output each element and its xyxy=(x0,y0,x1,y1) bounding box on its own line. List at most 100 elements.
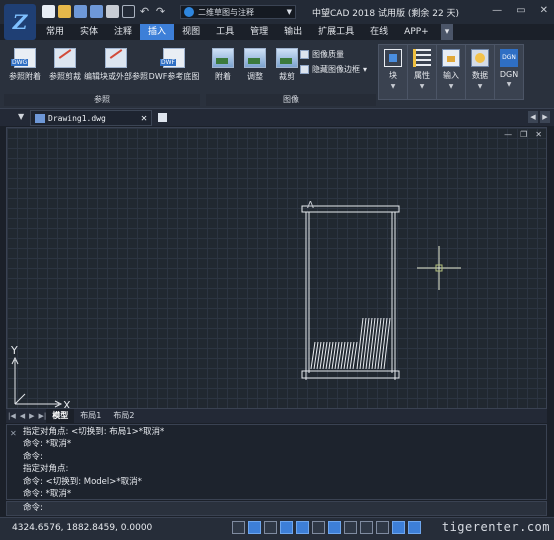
command-input[interactable]: 命令: xyxy=(6,501,547,516)
block-icon xyxy=(384,49,402,67)
lineweight-icon[interactable] xyxy=(360,521,373,534)
save-icon[interactable] xyxy=(74,5,87,18)
scroll-right-icon[interactable]: ▶ xyxy=(540,111,550,123)
quick-properties-icon[interactable] xyxy=(392,521,405,534)
drawing-file-icon xyxy=(35,113,45,123)
tab-common[interactable]: 常用 xyxy=(38,24,72,40)
data-button[interactable]: 数据 ▼ xyxy=(465,44,495,100)
open-folder-icon[interactable] xyxy=(58,5,71,18)
image-quality-button[interactable]: 图像质量 xyxy=(300,49,344,60)
hatch-left xyxy=(310,341,358,370)
undo-icon[interactable]: ↶ xyxy=(138,5,151,18)
tab-app-plus[interactable]: APP+ xyxy=(396,24,437,40)
close-button[interactable]: ✕ xyxy=(540,5,548,16)
drawing-canvas[interactable]: — ❐ ✕ A Y X xyxy=(6,127,547,409)
command-panel-close-icon[interactable]: ✕ xyxy=(10,428,17,440)
ucs-icon xyxy=(11,356,63,408)
minimize-button[interactable]: — xyxy=(492,5,502,16)
print-icon[interactable] xyxy=(106,5,119,18)
tab-output[interactable]: 输出 xyxy=(276,24,310,40)
image-clip-button[interactable]: 裁剪 xyxy=(272,48,302,82)
image-attach-button[interactable]: 附着 xyxy=(208,48,238,82)
otrack-icon[interactable] xyxy=(312,521,325,534)
tab-manage[interactable]: 管理 xyxy=(242,24,276,40)
dgn-icon: DGN xyxy=(500,49,518,67)
import-icon xyxy=(442,49,460,67)
file-list-dropdown-icon[interactable]: ▼ xyxy=(18,112,24,121)
new-file-icon[interactable] xyxy=(42,5,55,18)
prev-layout-icon[interactable]: ◀ xyxy=(20,412,25,420)
dynamic-ucs-icon[interactable] xyxy=(328,521,341,534)
command-line: 指定对角点: <切换到: 布局1>*取消* xyxy=(23,427,165,437)
tab-annotate[interactable]: 注释 xyxy=(106,24,140,40)
tab-layout1[interactable]: 布局1 xyxy=(74,409,107,423)
ortho-icon[interactable] xyxy=(264,521,277,534)
scroll-left-icon[interactable]: ◀ xyxy=(528,111,538,123)
app-logo[interactable]: Z xyxy=(4,4,36,40)
block-button[interactable]: 块 ▼ xyxy=(378,44,408,100)
chevron-down-icon: ▾ xyxy=(363,65,368,74)
edit-block-xref-button[interactable]: 编辑块或外部参照 xyxy=(84,48,148,82)
osnap-icon[interactable] xyxy=(296,521,309,534)
status-toggles xyxy=(232,521,421,534)
redo-icon[interactable]: ↷ xyxy=(154,5,167,18)
workspace-gear-icon xyxy=(184,7,194,17)
edit-reference-icon xyxy=(105,48,127,68)
next-layout-icon[interactable]: ▶ xyxy=(29,412,34,420)
layout-nav: |◀ ◀ ▶ ▶| xyxy=(8,412,46,420)
last-layout-icon[interactable]: ▶| xyxy=(39,412,47,420)
plot-preview-icon[interactable] xyxy=(122,5,135,18)
attribute-icon xyxy=(413,49,431,67)
selection-cycling-icon[interactable] xyxy=(408,521,421,534)
tab-tools[interactable]: 工具 xyxy=(208,24,242,40)
image-adjust-icon xyxy=(244,48,266,68)
dgn-button[interactable]: DGN DGN ▼ xyxy=(494,44,524,100)
polar-icon[interactable] xyxy=(280,521,293,534)
xref-clip-button[interactable]: 参照剪裁 xyxy=(46,48,84,82)
chevron-down-icon: ▼ xyxy=(390,83,396,90)
ucs-y-label: Y xyxy=(10,344,18,357)
panel-title: 图像 xyxy=(206,94,376,106)
title-bar: Z ↶ ↷ 二维草图与注释 ▼ 中望CAD 2018 试用版 (剩余 22 天)… xyxy=(0,0,554,40)
grid-icon[interactable] xyxy=(248,521,261,534)
ucs-x-label: X xyxy=(63,399,71,409)
file-tab-name: Drawing1.dwg xyxy=(48,113,106,123)
workspace-select[interactable]: 二维草图与注释 ▼ xyxy=(180,5,296,19)
maximize-button[interactable]: ▭ xyxy=(516,5,525,16)
first-layout-icon[interactable]: |◀ xyxy=(8,412,16,420)
chevron-down-icon: ▼ xyxy=(477,83,483,90)
tab-view[interactable]: 视图 xyxy=(174,24,208,40)
save-as-icon[interactable] xyxy=(90,5,103,18)
dynamic-input-icon[interactable] xyxy=(344,521,357,534)
transparency-icon[interactable] xyxy=(376,521,389,534)
hatch-right xyxy=(356,317,391,370)
command-line: 命令: <切换到: Model>*取消* xyxy=(23,476,142,487)
close-icon[interactable]: ✕ xyxy=(141,113,147,124)
attribute-button[interactable]: 属性 ▼ xyxy=(407,44,437,100)
ribbon-options-dropdown[interactable]: ▾ xyxy=(440,24,454,40)
clip-icon xyxy=(54,48,76,68)
tab-insert[interactable]: 插入 xyxy=(140,24,175,40)
tab-model[interactable]: 模型 xyxy=(46,409,75,423)
ribbon: DWG 参照附着 参照剪裁 编辑块或外部参照 DWF DWF参考底图 参照 附着… xyxy=(0,40,554,108)
command-line: 命令: *取消* xyxy=(23,489,72,500)
window-title: 中望CAD 2018 试用版 (剩余 22 天) xyxy=(312,9,460,19)
hide-image-frame-button[interactable]: 隐藏图像边框 ▾ xyxy=(300,64,367,75)
command-history: ✕ 指定对角点: <切换到: 布局1>*取消* 命令: *取消* 命令: 指定对… xyxy=(6,424,547,500)
command-line: 命令: *取消* xyxy=(23,439,72,450)
tab-solid[interactable]: 实体 xyxy=(72,24,106,40)
image-adjust-button[interactable]: 调整 xyxy=(240,48,270,82)
tab-online[interactable]: 在线 xyxy=(362,24,396,40)
image-panel: 附着 调整 裁剪 图像质量 隐藏图像边框 ▾ 图像 xyxy=(206,42,376,106)
drawing-geometry: A Y X xyxy=(10,200,461,409)
dwf-underlay-button[interactable]: DWF DWF参考底图 xyxy=(148,48,200,82)
tab-extensions[interactable]: 扩展工具 xyxy=(310,24,362,40)
snap-icon[interactable] xyxy=(232,521,245,534)
xref-attach-button[interactable]: DWG 参照附着 xyxy=(6,48,44,82)
file-tab[interactable]: Drawing1.dwg ✕ xyxy=(30,110,152,126)
image-clip-icon xyxy=(276,48,298,68)
layout-tab-bar: |◀ ◀ ▶ ▶| 模型 布局1 布局2 xyxy=(6,409,547,423)
new-tab-icon[interactable] xyxy=(158,113,167,122)
tab-layout2[interactable]: 布局2 xyxy=(107,409,140,423)
import-button[interactable]: 输入 ▼ xyxy=(436,44,466,100)
